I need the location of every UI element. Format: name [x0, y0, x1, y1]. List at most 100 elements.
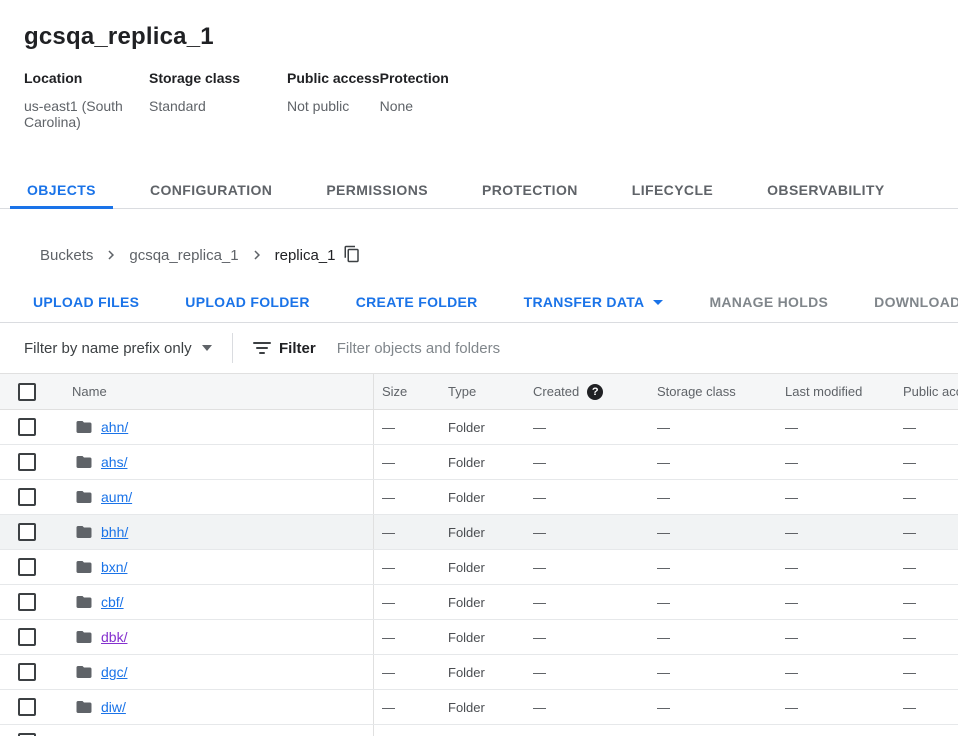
- tab-label: OBJECTS: [27, 182, 96, 198]
- cell-last-modified: —: [777, 595, 895, 610]
- column-header-name: Name: [57, 384, 373, 399]
- cell-last-modified: —: [777, 700, 895, 715]
- tab[interactable]: LIFECYCLE: [615, 172, 730, 208]
- folder-icon: [75, 698, 93, 716]
- breadcrumb-label[interactable]: gcsqa_replica_1: [129, 247, 238, 264]
- cell-last-modified: —: [777, 455, 895, 470]
- bucket-header: gcsqa_replica_1 Location us-east1 (South…: [0, 0, 958, 130]
- folder-icon: [75, 488, 93, 506]
- toolbar-button[interactable]: UPLOAD FOLDER: [173, 284, 321, 320]
- filter-objects-input[interactable]: [337, 340, 958, 357]
- tab-label: LIFECYCLE: [632, 182, 713, 198]
- folder-link[interactable]: ahn/: [101, 419, 128, 435]
- toolbar-button-label: UPLOAD FOLDER: [185, 294, 309, 310]
- row-checkbox[interactable]: [18, 558, 36, 576]
- dropdown-arrow-icon: [202, 345, 212, 351]
- table-row: bxn/ — Folder — — — —: [0, 550, 958, 585]
- cell-storage-class: —: [649, 665, 777, 680]
- tab[interactable]: CONFIGURATION: [133, 172, 289, 208]
- cell-public-access: —: [895, 490, 958, 505]
- filter-scope-label: Filter by name prefix only: [24, 340, 192, 357]
- cell-storage-class: —: [649, 700, 777, 715]
- folder-link[interactable]: diw/: [101, 699, 126, 715]
- cell-created: —: [525, 490, 649, 505]
- toolbar-button[interactable]: DOWNLOAD: [862, 284, 958, 320]
- tab[interactable]: PROTECTION: [465, 172, 595, 208]
- metadata-label: Location: [24, 70, 149, 86]
- toolbar-button-label: CREATE FOLDER: [356, 294, 478, 310]
- cell-size: —: [373, 690, 440, 724]
- row-checkbox[interactable]: [18, 523, 36, 541]
- toolbar-button[interactable]: UPLOAD FILES: [21, 284, 151, 320]
- toolbar-button[interactable]: TRANSFER DATA: [512, 284, 676, 320]
- folder-link[interactable]: aum/: [101, 489, 132, 505]
- row-checkbox[interactable]: [18, 488, 36, 506]
- row-checkbox[interactable]: [18, 593, 36, 611]
- content-copy-icon: [343, 245, 361, 266]
- help-icon[interactable]: ?: [587, 384, 603, 400]
- table-row: ahn/ — Folder — — — —: [0, 410, 958, 445]
- table-row: aum/ — Folder — — — —: [0, 480, 958, 515]
- cell-public-access: —: [895, 665, 958, 680]
- cell-storage-class: —: [649, 455, 777, 470]
- row-checkbox[interactable]: [18, 628, 36, 646]
- breadcrumb: Buckets gcsqa_replica_1 replica_1: [0, 243, 958, 267]
- tab-label: PROTECTION: [482, 182, 578, 198]
- folder-link[interactable]: cbf/: [101, 594, 124, 610]
- breadcrumb-item: gcsqa_replica_1: [129, 246, 274, 264]
- cell-created: —: [525, 665, 649, 680]
- cell-type: Folder: [440, 560, 525, 575]
- cell-public-access: —: [895, 560, 958, 575]
- folder-link[interactable]: bhh/: [101, 524, 128, 540]
- cell-last-modified: —: [777, 560, 895, 575]
- cell-public-access: —: [895, 420, 958, 435]
- tab-label: PERMISSIONS: [326, 182, 428, 198]
- cell-last-modified: —: [777, 630, 895, 645]
- toolbar-button-label: UPLOAD FILES: [33, 294, 139, 310]
- cell-type: Folder: [440, 455, 525, 470]
- cell-size: —: [373, 515, 440, 549]
- cell-storage-class: —: [649, 525, 777, 540]
- cell-created: —: [525, 630, 649, 645]
- cell-created: —: [525, 595, 649, 610]
- metadata-block: Protection None: [380, 70, 449, 130]
- chevron-right-icon: [248, 246, 266, 264]
- folder-link[interactable]: bxn/: [101, 559, 127, 575]
- cell-size: —: [373, 410, 440, 444]
- folder-icon: [75, 453, 93, 471]
- row-checkbox[interactable]: [18, 418, 36, 436]
- toolbar-button[interactable]: MANAGE HOLDS: [697, 284, 840, 320]
- row-checkbox[interactable]: [18, 663, 36, 681]
- folder-link[interactable]: dgc/: [101, 664, 127, 680]
- cell-public-access: —: [895, 700, 958, 715]
- bucket-metadata: Location us-east1 (South Carolina) Stora…: [24, 70, 934, 130]
- tab[interactable]: PERMISSIONS: [309, 172, 445, 208]
- select-all-checkbox[interactable]: [18, 383, 36, 401]
- tab[interactable]: OBSERVABILITY: [750, 172, 901, 208]
- metadata-label: Protection: [380, 70, 449, 86]
- table-row: dgc/ — Folder — — — —: [0, 655, 958, 690]
- table-row: bhh/ — Folder — — — —: [0, 515, 958, 550]
- cell-size: —: [373, 620, 440, 654]
- toolbar-button[interactable]: CREATE FOLDER: [344, 284, 490, 320]
- metadata-value: Not public: [287, 98, 380, 114]
- folder-link[interactable]: ahs/: [101, 454, 127, 470]
- breadcrumb-item: replica_1: [275, 247, 336, 264]
- cell-storage-class: —: [649, 560, 777, 575]
- breadcrumb-label[interactable]: Buckets: [40, 247, 93, 264]
- row-checkbox[interactable]: [18, 453, 36, 471]
- folder-icon: [75, 558, 93, 576]
- copy-path-button[interactable]: [343, 245, 361, 266]
- folder-link[interactable]: dbk/: [101, 629, 127, 645]
- cell-storage-class: —: [649, 595, 777, 610]
- cell-created: —: [525, 525, 649, 540]
- breadcrumb-label[interactable]: replica_1: [275, 247, 336, 264]
- cell-storage-class: —: [649, 490, 777, 505]
- folder-icon: [75, 628, 93, 646]
- row-checkbox[interactable]: [18, 698, 36, 716]
- filter-scope-dropdown[interactable]: Filter by name prefix only: [24, 340, 232, 357]
- folder-icon: [75, 523, 93, 541]
- table-body: ahn/ — Folder — — — — ahs/ —: [0, 410, 958, 736]
- tab[interactable]: OBJECTS: [10, 172, 113, 208]
- cell-created: —: [525, 420, 649, 435]
